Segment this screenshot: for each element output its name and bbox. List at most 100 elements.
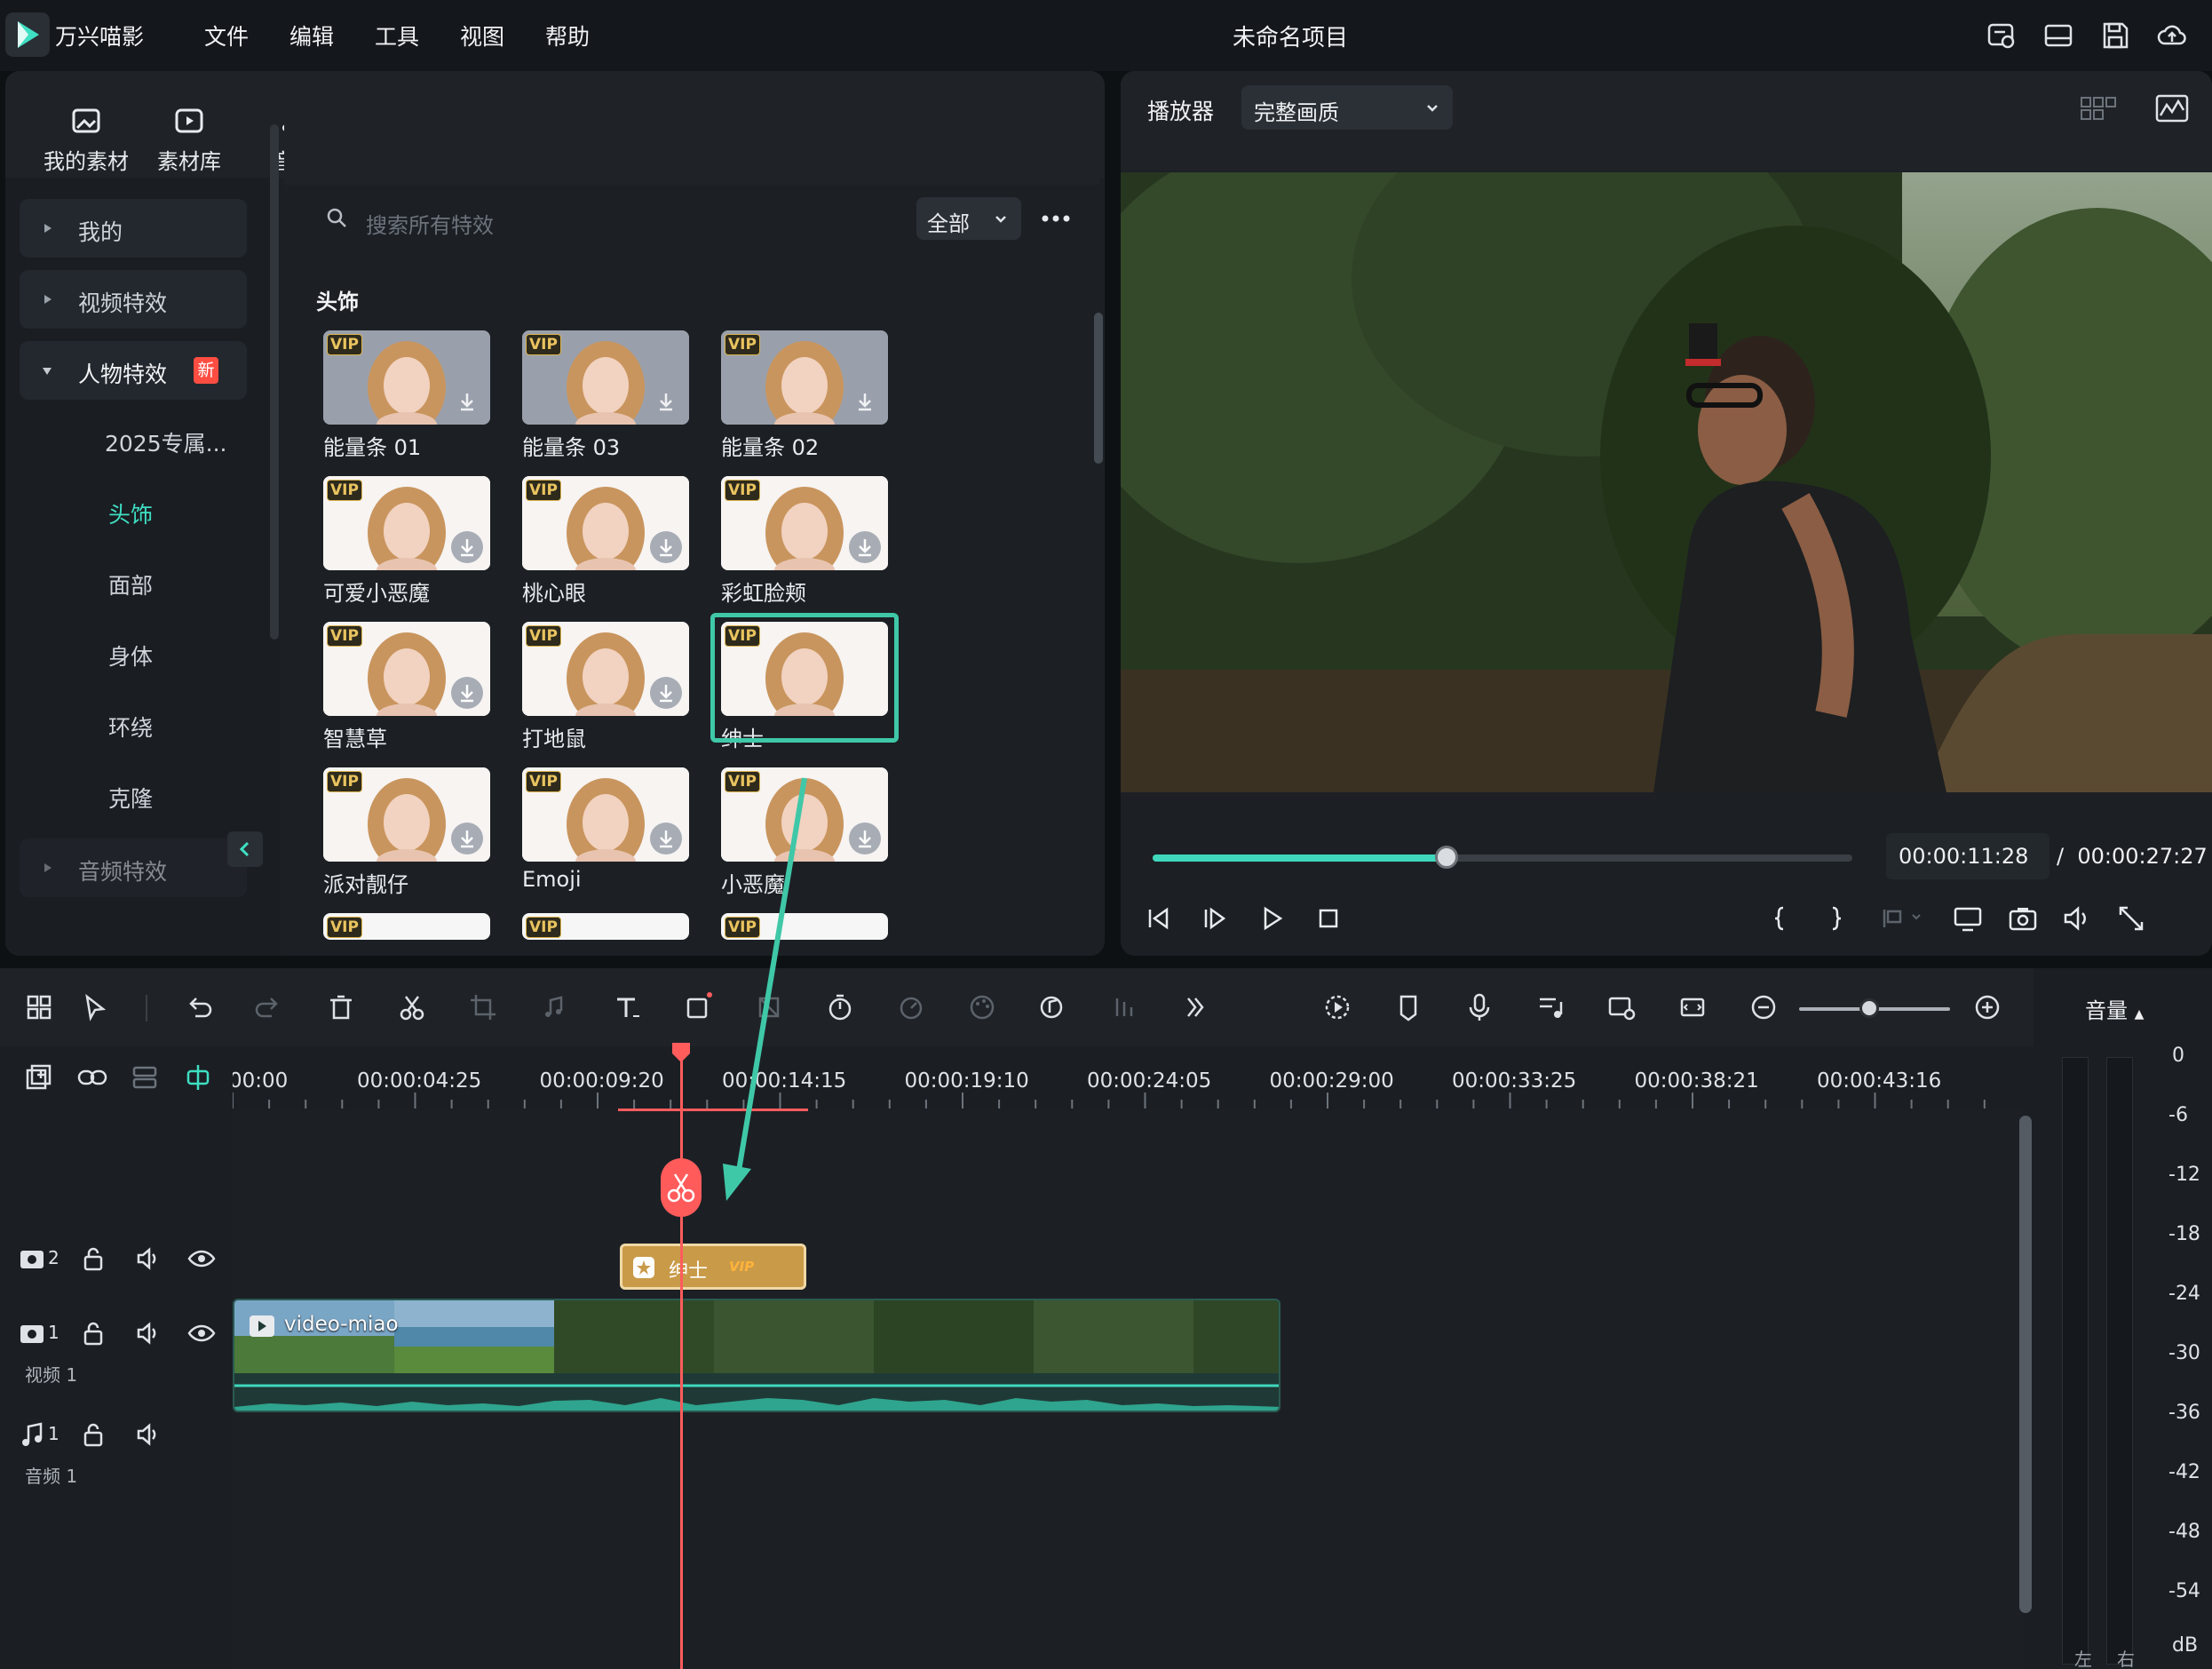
- color-icon[interactable]: [964, 989, 1000, 1025]
- download-icon[interactable]: [650, 823, 682, 854]
- layout-toggle-icon[interactable]: [21, 989, 57, 1025]
- search-input[interactable]: 搜索所有特效: [366, 208, 494, 239]
- track-layout-icon[interactable]: [130, 1062, 160, 1093]
- menu-tools[interactable]: 工具: [375, 20, 419, 52]
- ai-effect-icon[interactable]: [751, 989, 787, 1025]
- text-tool-icon[interactable]: [609, 989, 645, 1025]
- save-icon[interactable]: [2099, 20, 2131, 52]
- crop-icon[interactable]: [465, 989, 501, 1025]
- playhead[interactable]: [680, 1046, 683, 1669]
- voiceover-list-icon[interactable]: [1533, 989, 1568, 1025]
- undo-icon[interactable]: [181, 989, 217, 1025]
- effect-card[interactable]: VIP: [721, 476, 888, 570]
- effect-card[interactable]: VIP: [522, 476, 689, 570]
- tab-my-media[interactable]: 我的素材: [37, 101, 135, 175]
- link-icon[interactable]: [76, 1062, 108, 1093]
- sidebar-sub-headwear[interactable]: 头饰: [108, 497, 153, 529]
- zoom-in-icon[interactable]: [1970, 989, 2005, 1025]
- split-button[interactable]: [661, 1158, 702, 1217]
- track-volume-icon[interactable]: [133, 1318, 163, 1348]
- mark-out-icon[interactable]: [1819, 901, 1854, 936]
- reverse-icon[interactable]: [893, 989, 929, 1025]
- timeline-scrollbar[interactable]: [2019, 1116, 2032, 1613]
- prev-frame-icon[interactable]: [1140, 901, 1176, 936]
- ai-audio-icon[interactable]: [1035, 989, 1071, 1025]
- meter-title[interactable]: 音量 ▲: [2085, 993, 2144, 1024]
- sidebar-item-video-effects[interactable]: 视频特效: [20, 270, 247, 329]
- tab-stock-media[interactable]: 素材库: [140, 101, 238, 175]
- download-icon[interactable]: [650, 677, 682, 709]
- effect-card[interactable]: VIP: [323, 913, 490, 940]
- sidebar-sub-clone[interactable]: 克隆: [108, 782, 153, 814]
- layout-icon[interactable]: [2042, 20, 2074, 52]
- fullscreen-icon[interactable]: [2113, 901, 2149, 936]
- video-preview[interactable]: [1121, 172, 2212, 792]
- next-frame-icon[interactable]: [1197, 901, 1233, 936]
- video-clip[interactable]: video-miao: [233, 1299, 1280, 1412]
- download-icon[interactable]: [451, 531, 483, 563]
- eye-icon[interactable]: [186, 1318, 217, 1348]
- microphone-icon[interactable]: [1462, 989, 1497, 1025]
- sidebar-item-mine[interactable]: 我的: [20, 199, 247, 258]
- cut-icon[interactable]: [394, 989, 430, 1025]
- effect-clip[interactable]: 绅士 VIP: [620, 1244, 806, 1290]
- menu-help[interactable]: 帮助: [545, 20, 590, 52]
- download-icon[interactable]: [849, 531, 881, 563]
- audio-detach-icon[interactable]: [536, 989, 572, 1025]
- play-icon[interactable]: [1254, 901, 1289, 936]
- sidebar-sub-surround[interactable]: 环绕: [108, 711, 153, 743]
- download-icon[interactable]: [451, 823, 483, 854]
- mark-in-icon[interactable]: [1762, 901, 1797, 936]
- effect-card[interactable]: VIP: [323, 622, 490, 716]
- track-volume-icon[interactable]: [133, 1419, 163, 1450]
- audio-mixer-icon[interactable]: [1106, 989, 1142, 1025]
- unlock-icon[interactable]: [78, 1419, 108, 1450]
- more-options-icon[interactable]: [1041, 210, 1071, 227]
- download-icon[interactable]: [451, 385, 483, 417]
- snapshot-icon[interactable]: [2005, 901, 2041, 936]
- download-icon[interactable]: [650, 385, 682, 417]
- unlock-icon[interactable]: [78, 1318, 108, 1348]
- sidebar-sub-2025[interactable]: 2025专属...: [105, 426, 226, 458]
- collapse-sidebar-button[interactable]: [227, 831, 263, 867]
- quality-dropdown[interactable]: 完整画质: [1241, 85, 1453, 130]
- snap-icon[interactable]: [183, 1062, 213, 1093]
- zoom-out-icon[interactable]: [1746, 989, 1781, 1025]
- track-volume-icon[interactable]: [133, 1244, 163, 1274]
- filter-dropdown[interactable]: 全部: [916, 197, 1021, 240]
- waveform-scope-icon[interactable]: [2154, 92, 2190, 124]
- grid-scrollbar[interactable]: [1094, 313, 1103, 464]
- zoom-slider-handle[interactable]: [1859, 998, 1879, 1018]
- effect-card[interactable]: VIP: [522, 913, 689, 940]
- unlock-icon[interactable]: [78, 1244, 108, 1274]
- delete-icon[interactable]: [323, 989, 359, 1025]
- effect-card[interactable]: VIP: [721, 767, 888, 862]
- add-track-icon[interactable]: [23, 1062, 53, 1093]
- download-icon[interactable]: [849, 385, 881, 417]
- playback-progress-handle[interactable]: [1435, 846, 1458, 869]
- shape-icon[interactable]: [680, 989, 716, 1025]
- preview-quality-icon[interactable]: [1604, 989, 1639, 1025]
- stop-icon[interactable]: [1311, 901, 1346, 936]
- effect-card[interactable]: VIP: [721, 913, 888, 940]
- marker-icon[interactable]: [1391, 989, 1426, 1025]
- expand-more-icon[interactable]: [1177, 989, 1213, 1025]
- select-cursor-icon[interactable]: [78, 989, 114, 1025]
- effect-card[interactable]: VIP: [522, 767, 689, 862]
- download-icon[interactable]: [849, 823, 881, 854]
- menu-view[interactable]: 视图: [460, 20, 504, 52]
- volume-icon[interactable]: [2058, 901, 2094, 936]
- download-icon[interactable]: [650, 531, 682, 563]
- effect-card[interactable]: VIP: [323, 767, 490, 862]
- display-icon[interactable]: [1950, 901, 1986, 936]
- sidebar-item-person-effects[interactable]: 人物特效 新: [20, 341, 247, 400]
- menu-file[interactable]: 文件: [204, 20, 249, 52]
- effect-card[interactable]: VIP: [522, 330, 689, 425]
- effect-card[interactable]: VIP: [522, 622, 689, 716]
- download-icon[interactable]: [451, 677, 483, 709]
- sidebar-item-audio-effects[interactable]: 音频特效: [20, 838, 247, 897]
- redo-icon[interactable]: [250, 989, 286, 1025]
- playhead-handle-icon[interactable]: [670, 1041, 693, 1064]
- sidebar-scrollbar[interactable]: [270, 124, 279, 640]
- fit-timeline-icon[interactable]: [1675, 989, 1710, 1025]
